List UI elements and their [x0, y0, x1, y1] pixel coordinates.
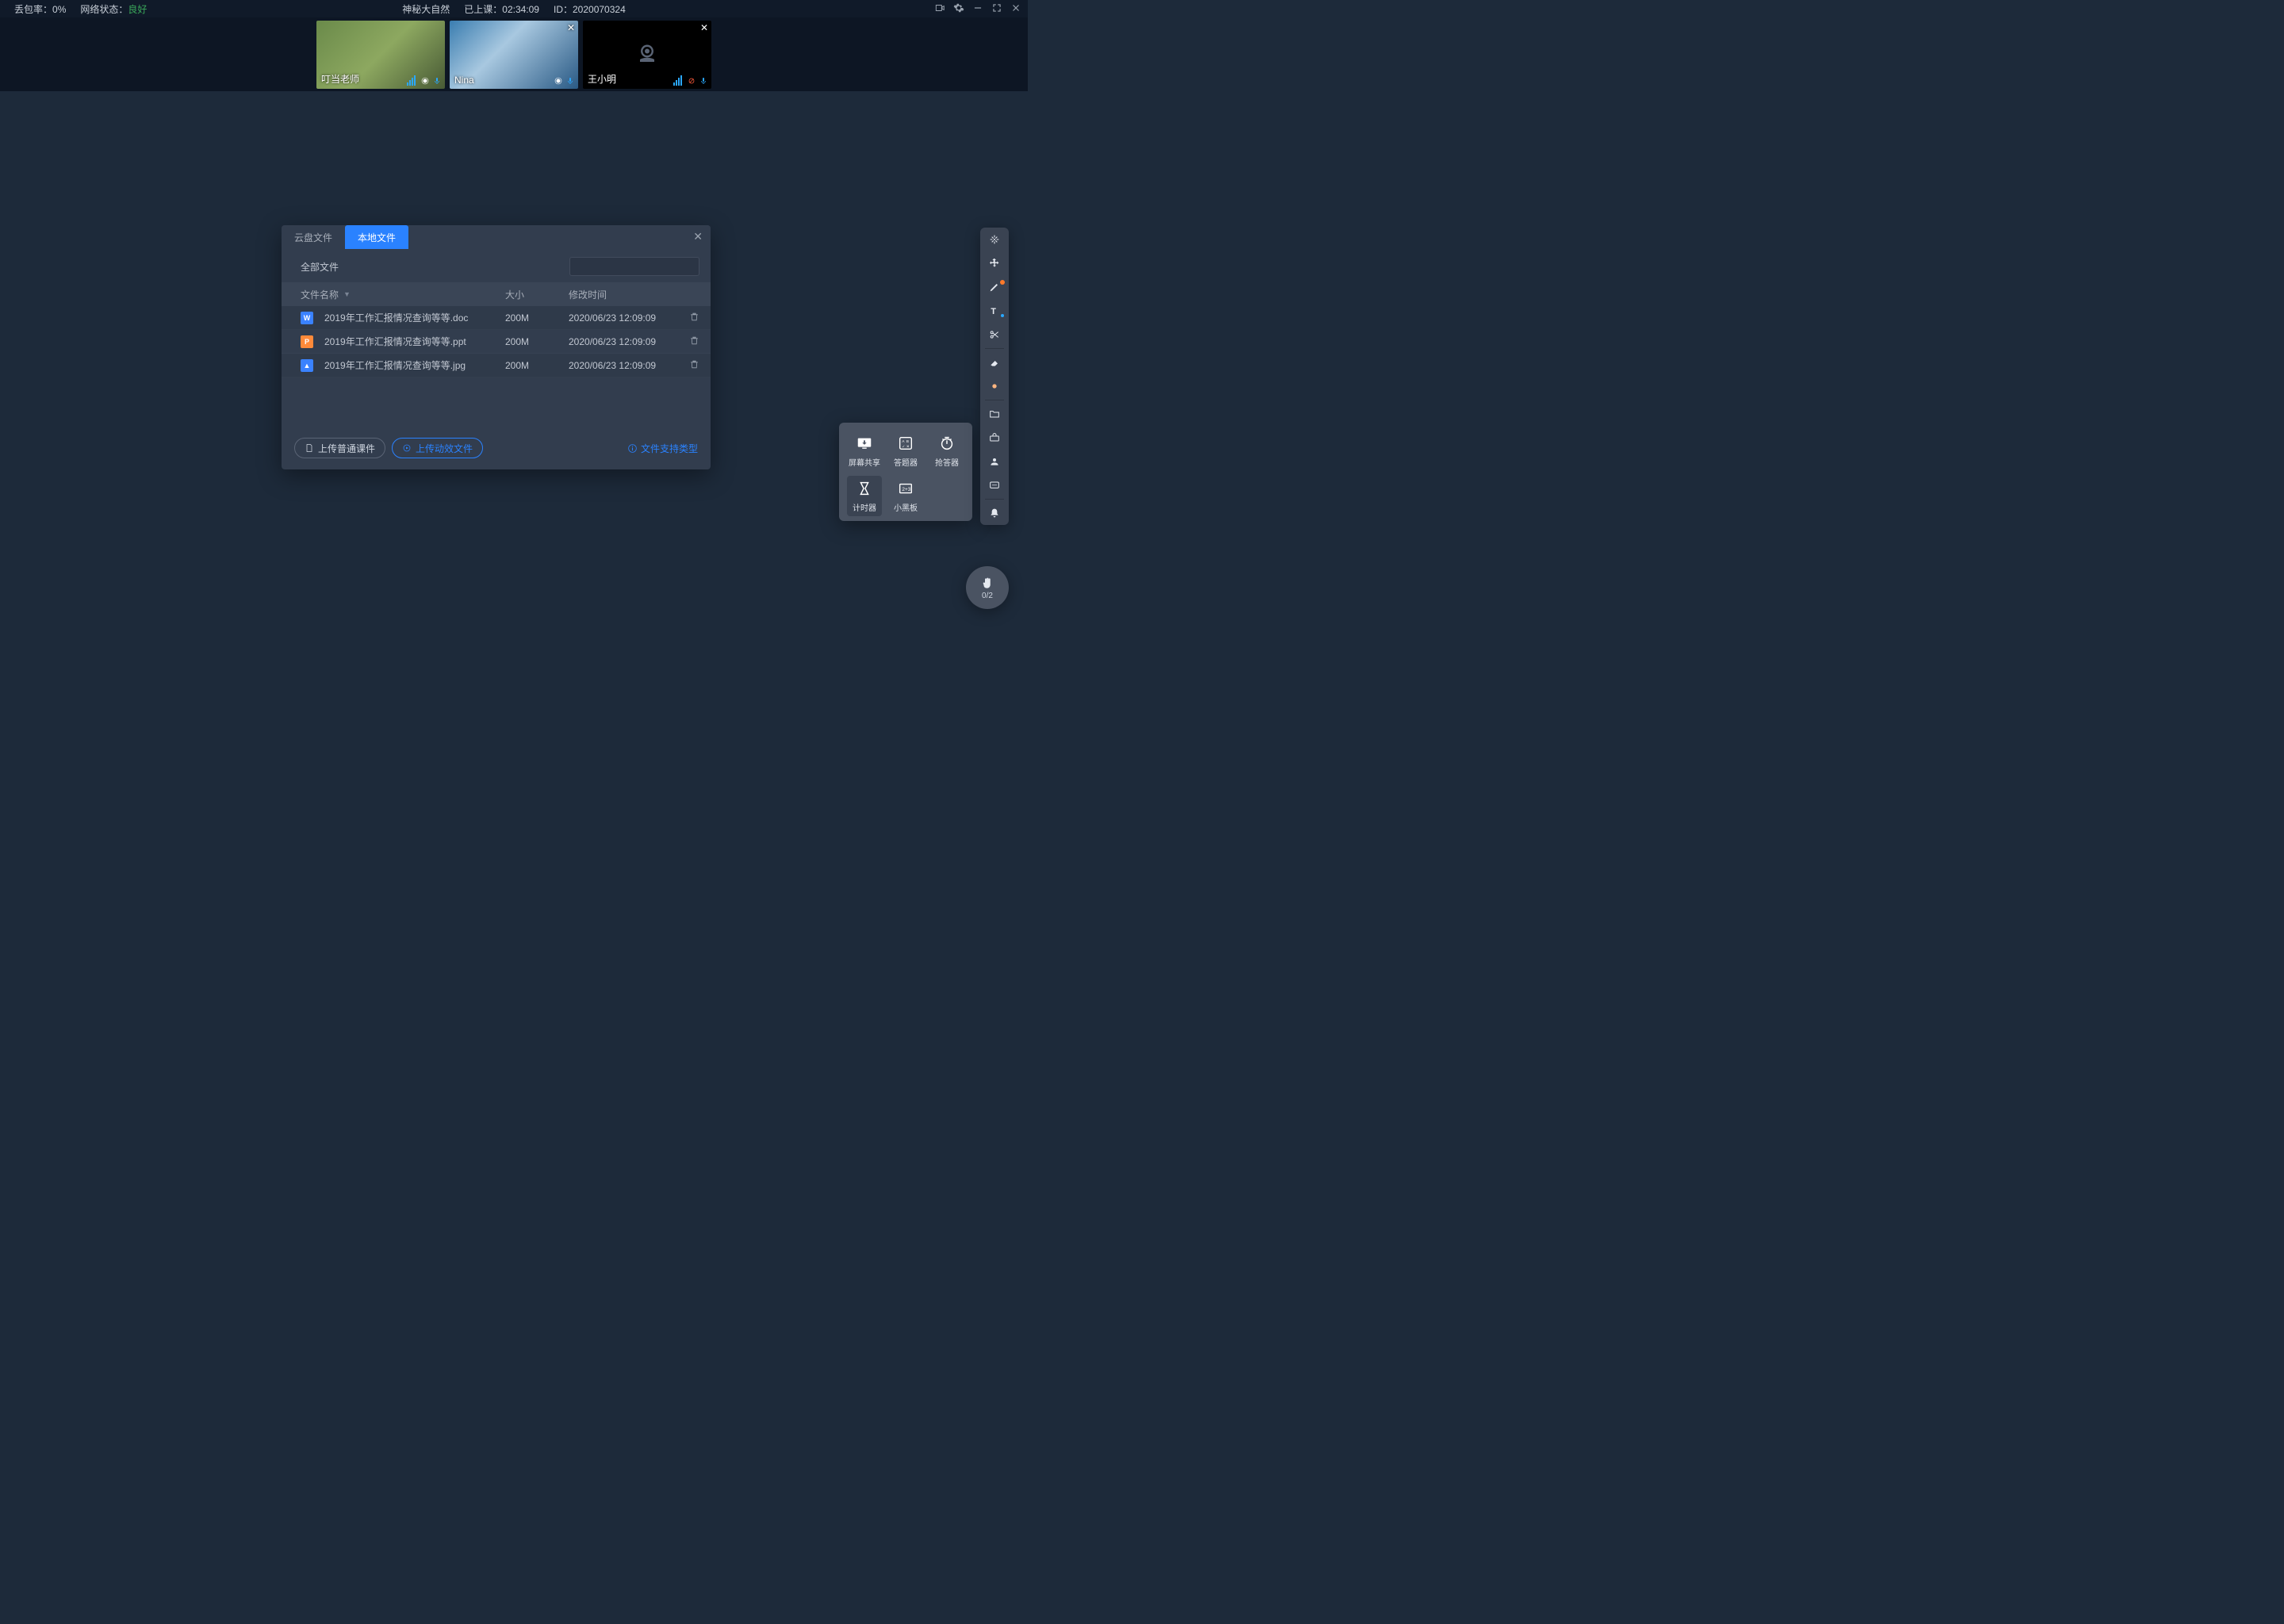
timer-icon: [856, 480, 873, 497]
file-row[interactable]: P 2019年工作汇报情况查询等等.ppt 200M 2020/06/23 12…: [282, 330, 711, 354]
play-icon: [402, 443, 412, 453]
tool-move[interactable]: [980, 251, 1009, 275]
camera-on-icon: [420, 76, 430, 86]
svg-text:T: T: [991, 307, 996, 316]
tool-toolbox[interactable]: [980, 426, 1009, 450]
side-toolbar: T: [980, 228, 1009, 525]
blackboard-icon: 2+3: [897, 480, 914, 497]
camera-on-icon: [554, 76, 563, 86]
svg-text:2+3: 2+3: [902, 487, 910, 492]
upload-normal-button[interactable]: 上传普通课件: [294, 438, 385, 458]
dialog-tabs: 云盘文件 本地文件 ✕: [282, 225, 711, 249]
raise-hand-badge[interactable]: 0/2: [966, 566, 1009, 609]
tool-bell[interactable]: [980, 501, 1009, 525]
minimize-icon[interactable]: [972, 2, 983, 16]
file-table-body: W 2019年工作汇报情况查询等等.doc 200M 2020/06/23 12…: [282, 306, 711, 377]
file-time: 2020/06/23 12:09:09: [569, 336, 677, 347]
class-title: 神秘大自然: [402, 2, 450, 16]
delete-file-icon[interactable]: [689, 313, 699, 324]
file-size: 200M: [505, 336, 569, 347]
table-header: 文件名称 ▼ 大小 修改时间: [282, 282, 711, 306]
ppt-file-icon: P: [301, 335, 313, 348]
sort-caret-icon: ▼: [343, 290, 351, 298]
participant-name: 王小明: [588, 72, 616, 86]
doc-file-icon: W: [301, 312, 313, 324]
tool-eraser[interactable]: [980, 350, 1009, 374]
column-time[interactable]: 修改时间: [569, 288, 677, 301]
tool-timer[interactable]: 计时器: [847, 476, 882, 516]
svg-text:B: B: [906, 439, 909, 443]
tool-responder[interactable]: 抢答器: [929, 431, 964, 471]
elapsed-time: 已上课：02:34:09: [464, 2, 539, 16]
svg-text:A: A: [902, 439, 905, 443]
close-video-icon[interactable]: ✕: [700, 22, 708, 33]
image-file-icon: ▲: [301, 359, 313, 372]
file-time: 2020/06/23 12:09:09: [569, 360, 677, 371]
tool-folder[interactable]: [980, 402, 1009, 426]
session-id: ID：2020070324: [554, 2, 626, 16]
file-row[interactable]: W 2019年工作汇报情况查询等等.doc 200M 2020/06/23 12…: [282, 306, 711, 330]
file-name: 2019年工作汇报情况查询等等.jpg: [324, 358, 466, 372]
file-row[interactable]: ▲ 2019年工作汇报情况查询等等.jpg 200M 2020/06/23 12…: [282, 354, 711, 377]
tool-color[interactable]: [980, 374, 1009, 398]
tool-screen-share[interactable]: 屏幕共享: [847, 431, 882, 471]
file-size: 200M: [505, 312, 569, 324]
signal-bars-icon: [407, 75, 416, 86]
tool-answer[interactable]: AB✓✕ 答题器: [888, 431, 923, 471]
video-tile-teacher[interactable]: 叮当老师: [316, 21, 445, 89]
close-video-icon[interactable]: ✕: [567, 22, 575, 33]
fullscreen-icon[interactable]: [991, 2, 1002, 16]
hand-count: 0/2: [982, 592, 993, 600]
answer-icon: AB✓✕: [897, 435, 914, 452]
settings-icon[interactable]: [953, 2, 964, 16]
supported-types-link[interactable]: 文件支持类型: [627, 442, 698, 455]
status-bar: 丢包率：0% 网络状态：良好 神秘大自然 已上课：02:34:09 ID：202…: [0, 0, 1028, 17]
network-status: 网络状态：良好: [80, 2, 147, 16]
tab-local-files[interactable]: 本地文件: [345, 225, 408, 249]
file-dialog: 云盘文件 本地文件 ✕ 全部文件 文件名称 ▼ 大小 修改时间 W 2019年工…: [282, 225, 711, 469]
tool-laser-pointer[interactable]: [980, 228, 1009, 251]
tool-pen[interactable]: [980, 275, 1009, 299]
participant-name: Nina: [454, 75, 474, 86]
hand-icon: [980, 576, 994, 590]
microphone-icon: [699, 76, 708, 86]
document-icon: [305, 443, 314, 453]
signal-bars-icon: [673, 75, 682, 86]
teaching-tools-panel: 屏幕共享 AB✓✕ 答题器 抢答器 计时器 2+3 小黑板: [839, 423, 972, 521]
camera-off-placeholder-icon: [633, 40, 661, 69]
file-name: 2019年工作汇报情况查询等等.doc: [324, 311, 468, 324]
video-strip: 叮当老师 ✕ Nina ✕ 王小明: [0, 17, 1028, 91]
microphone-icon: [432, 76, 442, 86]
info-icon: [627, 443, 638, 454]
delete-file-icon[interactable]: [689, 337, 699, 348]
delete-file-icon[interactable]: [689, 361, 699, 372]
svg-text:✓: ✓: [902, 445, 905, 449]
camera-muted-icon: [687, 76, 696, 86]
packet-loss: 丢包率：0%: [14, 2, 66, 16]
all-files-label: 全部文件: [301, 260, 339, 274]
search-input[interactable]: [569, 257, 699, 276]
tool-text[interactable]: T: [980, 299, 1009, 323]
tool-blackboard[interactable]: 2+3 小黑板: [888, 476, 923, 516]
column-name[interactable]: 文件名称 ▼: [301, 288, 505, 301]
participant-name: 叮当老师: [321, 72, 359, 86]
tool-chat[interactable]: [980, 473, 1009, 497]
video-tile-student[interactable]: ✕ 王小明: [583, 21, 711, 89]
tool-scissors[interactable]: [980, 323, 1009, 347]
close-window-icon[interactable]: [1010, 2, 1021, 16]
camera-toggle-icon[interactable]: [934, 2, 945, 16]
file-time: 2020/06/23 12:09:09: [569, 312, 677, 324]
video-tile-student[interactable]: ✕ Nina: [450, 21, 578, 89]
tool-users[interactable]: [980, 450, 1009, 473]
svg-text:✕: ✕: [906, 445, 910, 449]
upload-animated-button[interactable]: 上传动效文件: [392, 438, 483, 458]
responder-icon: [938, 435, 956, 452]
close-dialog-icon[interactable]: ✕: [693, 230, 703, 243]
tab-cloud-files[interactable]: 云盘文件: [282, 225, 345, 249]
file-name: 2019年工作汇报情况查询等等.ppt: [324, 335, 466, 348]
file-size: 200M: [505, 360, 569, 371]
screen-share-icon: [856, 435, 873, 452]
microphone-icon: [565, 76, 575, 86]
column-size[interactable]: 大小: [505, 288, 569, 301]
